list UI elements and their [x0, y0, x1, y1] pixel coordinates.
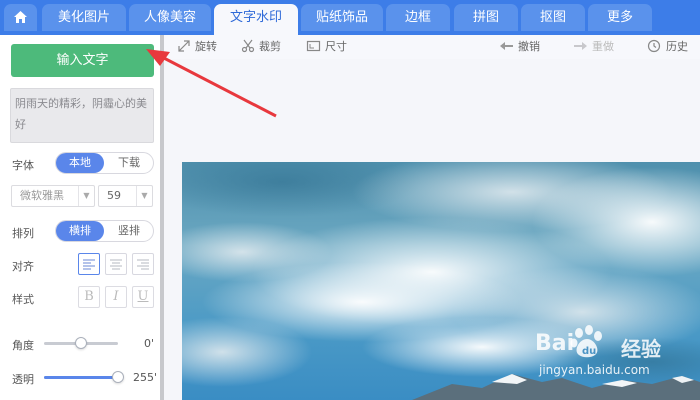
opacity-slider-handle[interactable]	[112, 371, 124, 383]
home-icon	[14, 11, 27, 23]
annotation-arrow	[146, 49, 277, 118]
tab-text-watermark[interactable]: 文字水印	[214, 4, 298, 35]
undo-icon	[500, 42, 513, 50]
undo-label: 撤销	[518, 40, 540, 53]
align-center-icon	[110, 259, 122, 270]
angle-value: 0'	[144, 337, 155, 350]
tab-more[interactable]: 更多	[588, 4, 652, 31]
baidu-jingyan-watermark: du Bai 经验 jingyan.baidu.com	[531, 319, 700, 389]
add-text-button[interactable]: 输入文字	[11, 44, 154, 77]
style-label: 样式	[12, 293, 34, 306]
chevron-down-icon: ▼	[136, 186, 152, 206]
tab-cutout[interactable]: 抠图	[521, 4, 585, 31]
tab-home[interactable]	[4, 4, 37, 31]
watermark-url: jingyan.baidu.com	[539, 363, 650, 377]
font-size-select[interactable]: 59 ▼	[98, 185, 153, 207]
align-left-button[interactable]	[78, 253, 100, 275]
opacity-slider-fill	[44, 376, 118, 379]
align-label: 对齐	[12, 260, 34, 273]
tab-beautify[interactable]: 美化图片	[42, 4, 126, 31]
arrange-horizontal[interactable]: 横排	[56, 221, 104, 241]
font-family-value: 微软雅黑	[20, 189, 64, 202]
italic-button[interactable]: I	[105, 286, 127, 308]
font-source-download[interactable]: 下载	[105, 153, 153, 173]
arrange-toggle: 横排 竖排	[55, 220, 154, 242]
chevron-down-icon: ▼	[78, 186, 94, 206]
history-button[interactable]: 历史	[647, 39, 688, 55]
align-right-icon	[137, 259, 149, 270]
redo-button[interactable]: 重做	[573, 39, 614, 55]
arrange-vertical[interactable]: 竖排	[105, 221, 153, 241]
font-label: 字体	[12, 159, 34, 172]
align-right-button[interactable]	[132, 253, 154, 275]
tab-collage[interactable]: 拼图	[454, 4, 518, 31]
resize-icon	[306, 40, 321, 52]
watermark-brand: Bai	[535, 331, 575, 356]
opacity-value: 255'	[133, 371, 158, 384]
tab-border[interactable]: 边框	[386, 4, 450, 31]
bold-button[interactable]: B	[78, 286, 100, 308]
redo-label: 重做	[592, 40, 614, 53]
text-settings-panel: 输入文字 阴雨天的精彩，阴霾心的美好 字体 本地 下载 微软雅黑 ▼ 59 ▼ …	[0, 35, 160, 400]
opacity-label: 透明	[12, 373, 34, 386]
size-button[interactable]: 尺寸	[306, 39, 347, 55]
angle-slider-handle[interactable]	[75, 337, 87, 349]
redo-icon	[574, 42, 587, 50]
watermark-brand-suffix: 经验	[621, 337, 661, 361]
font-family-select[interactable]: 微软雅黑 ▼	[11, 185, 95, 207]
font-source-local[interactable]: 本地	[56, 153, 104, 173]
clock-icon	[647, 39, 661, 53]
top-tab-bar: 美化图片 人像美容 文字水印 贴纸饰品 边框 拼图 抠图 更多	[0, 0, 700, 35]
tab-portrait[interactable]: 人像美容	[129, 4, 211, 31]
size-label: 尺寸	[325, 40, 347, 53]
font-size-value: 59	[107, 189, 121, 202]
svg-text:du: du	[582, 346, 596, 357]
text-content-input[interactable]: 阴雨天的精彩，阴霾心的美好	[10, 88, 154, 143]
font-source-toggle: 本地 下载	[55, 152, 154, 174]
underline-button[interactable]: U	[132, 286, 154, 308]
history-label: 历史	[666, 40, 688, 53]
align-center-button[interactable]	[105, 253, 127, 275]
arrange-label: 排列	[12, 227, 34, 240]
paw-logo-icon: du	[570, 325, 602, 358]
align-left-icon	[83, 259, 95, 270]
tab-sticker[interactable]: 贴纸饰品	[301, 4, 383, 31]
angle-label: 角度	[12, 339, 34, 352]
undo-button[interactable]: 撤销	[499, 39, 540, 55]
